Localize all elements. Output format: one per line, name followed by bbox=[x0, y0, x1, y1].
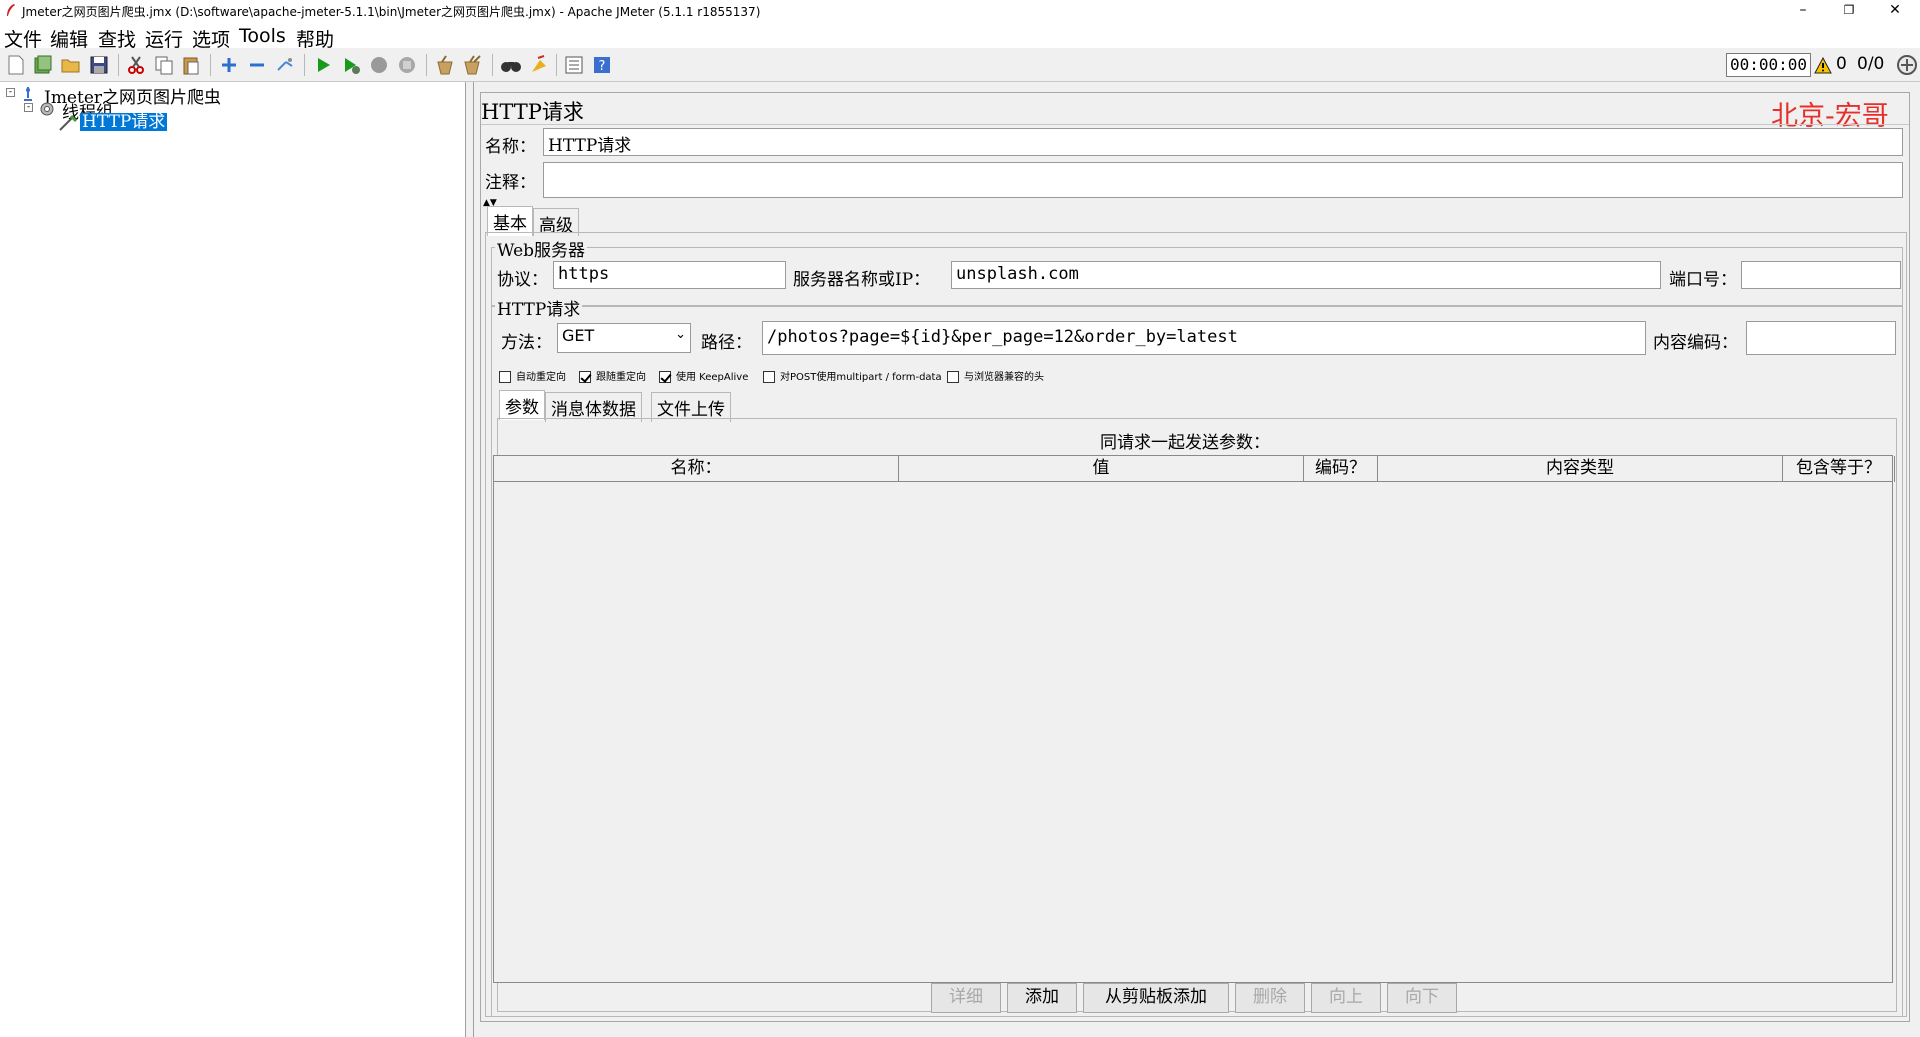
checkbox-multipart[interactable]: 对POST使用multipart / form-data bbox=[763, 368, 942, 383]
encoding-label: 内容编码： bbox=[1653, 333, 1738, 353]
checkbox-label: 跟随重定向 bbox=[596, 372, 646, 383]
protocol-input[interactable]: https bbox=[553, 261, 786, 289]
collapse-icon[interactable] bbox=[246, 54, 268, 76]
move-down-button[interactable]: 向下 bbox=[1387, 983, 1457, 1013]
name-label: 名称： bbox=[485, 137, 536, 157]
encoding-input[interactable] bbox=[1746, 321, 1896, 355]
start-icon[interactable] bbox=[312, 54, 334, 76]
checkbox-box[interactable] bbox=[499, 371, 511, 383]
clear-icon[interactable] bbox=[434, 54, 456, 76]
add-from-clipboard-button[interactable]: 从剪贴板添加 bbox=[1083, 983, 1229, 1013]
toggle-icon[interactable] bbox=[274, 54, 296, 76]
test-plan-icon bbox=[24, 87, 32, 101]
thread-count: 0/0 bbox=[1857, 54, 1885, 74]
tree-collapse-thread-group[interactable]: - bbox=[24, 103, 33, 112]
window-title: Jmeter之网页图片爬虫.jmx (D:\software\apache-jm… bbox=[22, 5, 761, 19]
http-sampler-panel: HTTP请求 北京-宏哥 名称： HTTP请求 注释： ▲▼ 基本 高级 Web… bbox=[475, 82, 1920, 1037]
delete-button[interactable]: 删除 bbox=[1235, 983, 1305, 1013]
checkbox-label: 与浏览器兼容的头 bbox=[964, 372, 1044, 383]
comment-label: 注释： bbox=[485, 173, 536, 193]
port-label: 端口号： bbox=[1669, 270, 1737, 290]
svg-text:?: ? bbox=[599, 59, 606, 74]
col-encode[interactable]: 编码？ bbox=[1304, 456, 1378, 482]
col-name[interactable]: 名称： bbox=[494, 456, 899, 482]
stop-icon[interactable] bbox=[368, 54, 390, 76]
sampler-pipette-icon bbox=[59, 114, 78, 131]
new-icon[interactable] bbox=[5, 54, 27, 76]
detail-button[interactable]: 详细 bbox=[931, 983, 1001, 1013]
panel-title: HTTP请求 bbox=[481, 100, 584, 124]
test-plan-tree[interactable]: - Jmeter之网页图片爬虫 - 线程组 HTTP请求 bbox=[0, 82, 466, 1037]
params-table[interactable]: 名称： 值 编码？ 内容类型 包含等于？ bbox=[493, 455, 1895, 983]
warning-icon[interactable] bbox=[1814, 57, 1832, 74]
clear-all-icon[interactable] bbox=[462, 54, 484, 76]
templates-icon[interactable] bbox=[32, 54, 54, 76]
checkbox-label: 对POST使用multipart / form-data bbox=[780, 372, 942, 383]
remote-status-icon[interactable] bbox=[1896, 54, 1918, 76]
method-select[interactable]: GET ⌄ bbox=[557, 323, 691, 353]
add-button[interactable]: 添加 bbox=[1007, 983, 1077, 1013]
expand-icon[interactable] bbox=[218, 54, 240, 76]
open-icon[interactable] bbox=[60, 54, 82, 76]
start-no-pause-icon[interactable] bbox=[340, 54, 362, 76]
col-include-equals[interactable]: 包含等于？ bbox=[1783, 456, 1895, 482]
checkbox-box[interactable] bbox=[947, 371, 959, 383]
restore-button[interactable]: ❐ bbox=[1826, 0, 1872, 22]
chevron-down-icon: ⌄ bbox=[675, 327, 686, 342]
http-request-title: HTTP请求 bbox=[495, 295, 583, 320]
protocol-label: 协议： bbox=[497, 270, 548, 290]
checkbox-label: 自动重定向 bbox=[516, 372, 566, 383]
port-input[interactable] bbox=[1741, 261, 1901, 289]
search-icon[interactable] bbox=[500, 54, 522, 76]
checkbox-browser-headers[interactable]: 与浏览器兼容的头 bbox=[947, 368, 1044, 383]
tab-parameters[interactable]: 参数 bbox=[499, 390, 545, 420]
panel-splitter[interactable] bbox=[466, 82, 474, 1037]
checkbox-box[interactable] bbox=[659, 371, 671, 383]
server-label: 服务器名称或IP： bbox=[793, 270, 931, 290]
move-up-button[interactable]: 向上 bbox=[1311, 983, 1381, 1013]
checkbox-box[interactable] bbox=[763, 371, 775, 383]
comment-input[interactable] bbox=[543, 162, 1903, 198]
tree-collapse-root[interactable]: - bbox=[6, 88, 15, 97]
jmeter-feather-icon bbox=[7, 4, 15, 16]
checkbox-keepalive[interactable]: 使用 KeepAlive bbox=[659, 368, 748, 383]
method-value: GET bbox=[562, 326, 595, 345]
checkbox-follow-redirect[interactable]: 跟随重定向 bbox=[579, 368, 646, 383]
checkbox-box[interactable] bbox=[579, 371, 591, 383]
path-label: 路径： bbox=[701, 333, 752, 353]
minimize-button[interactable]: – bbox=[1780, 0, 1826, 22]
help-icon[interactable]: ? bbox=[591, 54, 613, 76]
name-input[interactable]: HTTP请求 bbox=[543, 128, 1903, 156]
close-button[interactable]: ✕ bbox=[1872, 0, 1918, 22]
path-input[interactable]: /photos?page=${id}&per_page=12&order_by=… bbox=[762, 321, 1646, 355]
checkbox-label: 使用 KeepAlive bbox=[676, 372, 749, 383]
server-input[interactable]: unsplash.com bbox=[951, 261, 1661, 289]
save-icon[interactable] bbox=[88, 54, 110, 76]
toolbar: ? 00:00:00 0 0/0 bbox=[0, 48, 1920, 82]
method-label: 方法： bbox=[501, 333, 552, 353]
paste-icon[interactable] bbox=[180, 54, 202, 76]
function-helper-icon[interactable] bbox=[563, 54, 585, 76]
params-title: 同请求一起发送参数： bbox=[1100, 433, 1270, 453]
menu-bar: 文件 编辑 查找 运行 选项 Tools 帮助 bbox=[0, 22, 1920, 51]
elapsed-time: 00:00:00 bbox=[1726, 53, 1812, 77]
shutdown-icon[interactable] bbox=[396, 54, 418, 76]
title-bar: Jmeter之网页图片爬虫.jmx (D:\software\apache-jm… bbox=[0, 0, 1920, 22]
copy-icon[interactable] bbox=[153, 54, 175, 76]
checkbox-auto-redirect[interactable]: 自动重定向 bbox=[499, 368, 566, 383]
web-server-title: Web服务器 bbox=[495, 236, 588, 261]
table-header: 名称： 值 编码？ 内容类型 包含等于？ bbox=[494, 456, 1895, 482]
menu-tools[interactable]: Tools bbox=[239, 25, 286, 47]
tree-node-http-sampler[interactable]: HTTP请求 bbox=[80, 113, 168, 131]
thread-group-gear-icon bbox=[40, 102, 54, 116]
warning-count: 0 bbox=[1836, 54, 1847, 74]
cut-icon[interactable] bbox=[125, 54, 147, 76]
col-value[interactable]: 值 bbox=[899, 456, 1304, 482]
reset-search-icon[interactable] bbox=[528, 54, 550, 76]
col-content-type[interactable]: 内容类型 bbox=[1378, 456, 1783, 482]
